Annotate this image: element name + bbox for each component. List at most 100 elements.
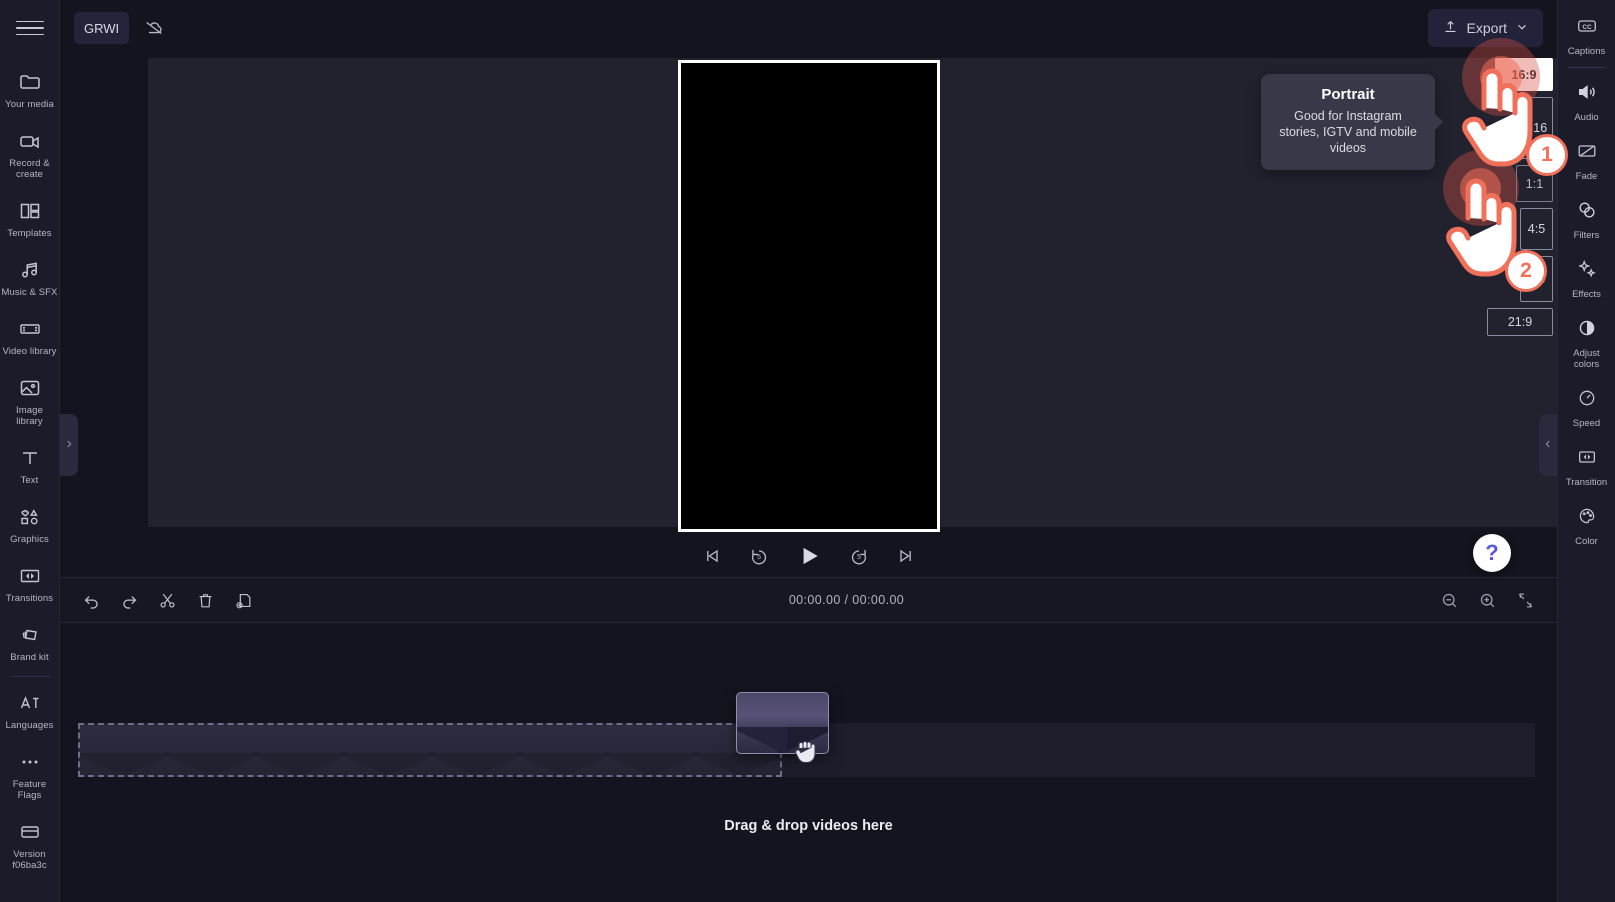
brand-kit-icon — [18, 623, 42, 647]
video-canvas[interactable] — [677, 59, 940, 532]
sidebar-item-brand-kit[interactable]: Brand kit — [0, 613, 60, 672]
sidebar-item-label: Graphics — [10, 534, 49, 545]
right-item-captions[interactable]: CC Captions — [1558, 6, 1615, 65]
sidebar-item-text[interactable]: Text — [0, 436, 60, 495]
sidebar-item-languages[interactable]: Languages — [0, 681, 60, 740]
text-t-icon — [18, 446, 42, 470]
rewind-5-seconds-button[interactable]: 5 — [748, 545, 770, 567]
tooltip-title: Portrait — [1321, 86, 1375, 103]
placeholder-frame — [514, 725, 614, 775]
upload-icon — [1442, 18, 1459, 38]
chevron-down-icon[interactable] — [1515, 20, 1529, 37]
right-item-audio[interactable]: Audio — [1558, 72, 1615, 131]
cloud-off-icon[interactable] — [137, 12, 171, 44]
right-item-label: Filters — [1573, 230, 1600, 241]
timeline-toolbar-right-group — [1440, 591, 1535, 610]
right-item-color[interactable]: Color — [1558, 496, 1615, 555]
zoom-out-icon[interactable] — [1440, 591, 1459, 610]
svg-text:CC: CC — [1582, 24, 1592, 31]
export-button[interactable]: Export — [1427, 9, 1543, 47]
duplicate-icon[interactable] — [234, 591, 253, 610]
half-circle-contrast-icon — [1576, 317, 1598, 344]
timeline-drop-placeholder — [78, 723, 782, 777]
right-item-filters[interactable]: Filters — [1558, 190, 1615, 249]
timeline[interactable]: Drag & drop videos here — [60, 623, 1557, 902]
timeline-toolbar: 00:00.00 / 00:00.00 — [60, 577, 1557, 623]
right-item-effects[interactable]: Effects — [1558, 249, 1615, 308]
placeholder-frame — [162, 725, 262, 775]
aspect-ratio-4-5[interactable]: 4:5 — [1520, 208, 1553, 250]
expand-left-panel-button[interactable] — [60, 414, 78, 476]
placeholder-frame — [338, 725, 438, 775]
zoom-in-icon[interactable] — [1478, 591, 1497, 610]
sidebar-item-templates[interactable]: Templates — [0, 189, 60, 248]
sidebar-item-your-media[interactable]: Your media — [0, 60, 60, 119]
sidebar-item-graphics[interactable]: Graphics — [0, 495, 60, 554]
playback-controls: 5 5 — [60, 535, 1557, 577]
play-button[interactable] — [796, 543, 822, 569]
transition-icon — [1576, 446, 1598, 473]
chevron-left-icon — [1543, 437, 1553, 454]
hamburger-menu-icon[interactable] — [15, 14, 44, 42]
top-toolbar: GRWI Export — [60, 0, 1557, 56]
placeholder-frame — [602, 725, 702, 775]
skip-to-end-icon[interactable] — [896, 546, 916, 566]
sidebar-item-feature-flags[interactable]: Feature Flags — [0, 740, 60, 810]
svg-text:5: 5 — [857, 554, 861, 561]
undo-icon[interactable] — [82, 591, 101, 610]
right-sidebar: CC Captions Audio Fade Filters Effects A… — [1557, 0, 1615, 902]
sidebar-item-label: Text — [20, 475, 39, 486]
sidebar-item-video-library[interactable]: Video library — [0, 307, 60, 366]
trash-delete-icon[interactable] — [196, 591, 215, 610]
shapes-icon — [18, 505, 42, 529]
film-strip-icon — [18, 317, 42, 341]
sidebar-item-label: Transitions — [5, 593, 54, 604]
sidebar-item-label: Music & SFX — [1, 287, 58, 298]
scissors-split-icon[interactable] — [158, 591, 177, 610]
palette-icon — [1576, 505, 1598, 532]
sidebar-item-version[interactable]: Version f06ba3c — [0, 810, 60, 880]
grabbing-hand-icon — [794, 735, 820, 770]
filters-circles-icon — [1576, 199, 1598, 226]
sidebar-item-transitions[interactable]: Transitions — [0, 554, 60, 613]
step-badge-2: 2 — [1505, 250, 1547, 292]
folder-icon — [18, 70, 42, 94]
right-item-transition[interactable]: Transition — [1558, 437, 1615, 496]
right-item-label: Captions — [1567, 46, 1606, 57]
sidebar-item-label: Your media — [5, 99, 54, 110]
collapse-right-panel-button[interactable] — [1539, 414, 1557, 476]
right-item-label: Audio — [1574, 112, 1599, 123]
aspect-ratio-21-9[interactable]: 21:9 — [1487, 308, 1553, 336]
help-button[interactable]: ? — [1473, 534, 1511, 572]
aspect-ratio-16-9[interactable]: 16:9 — [1495, 58, 1553, 91]
sidebar-item-music-sfx[interactable]: Music & SFX — [0, 248, 60, 307]
languages-icon — [18, 691, 42, 715]
sidebar-item-label: Version f06ba3c — [12, 849, 47, 871]
redo-icon[interactable] — [120, 591, 139, 610]
drag-drop-hint: Drag & drop videos here — [724, 818, 893, 834]
sidebar-item-label: Image library — [16, 405, 43, 427]
sidebar-item-record-create[interactable]: Record & create — [0, 119, 60, 189]
sidebar-item-label: Feature Flags — [12, 779, 47, 801]
sidebar-item-label: Record & create — [9, 158, 50, 180]
speaker-icon — [1576, 81, 1598, 108]
sidebar-item-label: Languages — [5, 720, 54, 731]
sidebar-item-image-library[interactable]: Image library — [0, 366, 60, 436]
transitions-icon — [18, 564, 42, 588]
music-note-icon — [18, 258, 42, 282]
skip-to-start-icon[interactable] — [702, 546, 722, 566]
right-item-speed[interactable]: Speed — [1558, 378, 1615, 437]
right-item-adjust-colors[interactable]: Adjust colors — [1558, 308, 1615, 378]
sidebar-item-label: Templates — [7, 228, 52, 239]
sidebar-item-label: Video library — [2, 346, 57, 357]
step-badge-1: 1 — [1526, 134, 1568, 176]
forward-5-seconds-button[interactable]: 5 — [848, 545, 870, 567]
right-item-label: Adjust colors — [1573, 348, 1600, 370]
fit-to-screen-icon[interactable] — [1516, 591, 1535, 610]
sidebar-divider — [9, 676, 50, 677]
right-item-label: Speed — [1572, 418, 1601, 429]
clipchamp-editor-window: Your media Record & create Templates Mus… — [0, 0, 1615, 902]
project-name-field[interactable]: GRWI — [74, 12, 130, 44]
export-label: Export — [1466, 20, 1507, 36]
left-sidebar: Your media Record & create Templates Mus… — [0, 0, 60, 902]
